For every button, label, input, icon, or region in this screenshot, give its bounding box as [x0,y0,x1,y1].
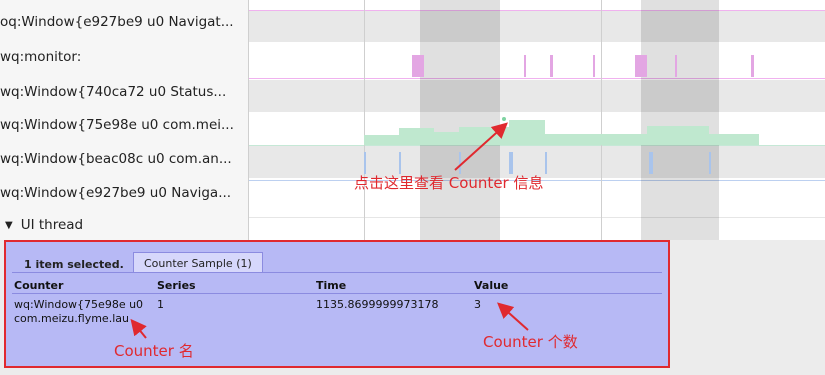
track-label-row[interactable]: wq:Window{e927be9 u0 Naviga... [0,176,248,210]
ui-thread-row[interactable]: ▼ UI thread [0,214,248,236]
track-label: wq:monitor: [0,49,82,65]
counter-sample[interactable] [434,132,459,145]
selection-shade [420,0,500,240]
annotation-counter-count: Counter 个数 [483,333,578,351]
annotation-counter-name: Counter 名 [114,342,194,360]
column-header-value[interactable]: Value [474,279,508,292]
counter-name-line: com.meizu.flyme.lau [14,312,129,325]
column-header-series[interactable]: Series [157,279,196,292]
slice[interactable] [675,55,677,77]
track-label-row[interactable]: wq:Window{740ca72 u0 Status... [0,75,248,109]
slice[interactable] [509,152,513,174]
track-line [249,78,825,79]
slice[interactable] [649,152,653,174]
slice[interactable] [364,152,366,174]
ui-thread-label: UI thread [20,217,84,233]
expand-toggle-icon[interactable]: ▼ [0,220,13,231]
track-band [249,10,825,42]
track-label: wq:Window{75e98e u0 com.mei... [0,117,234,133]
selected-sample-dot[interactable] [502,117,506,121]
track-label: wq:Window{740ca72 u0 Status... [0,84,227,100]
cell-counter: wq:Window{75e98e u0 com.meizu.flyme.lau [14,298,143,326]
slice[interactable] [593,55,595,77]
slice[interactable] [709,152,711,174]
cell-value: 3 [474,298,481,311]
header-divider [12,293,662,294]
track-label: oq:Window{e927be9 u0 Navigat... [0,14,234,30]
cell-time: 1135.8699999973178 [316,298,439,311]
slice[interactable] [412,55,424,77]
selection-status: 1 item selected. [24,258,124,271]
timeline-area[interactable] [249,0,825,240]
track-label-row[interactable]: wq:Window{beac08c u0 com.an... [0,142,248,176]
track-band [249,80,825,112]
tab-counter-sample[interactable]: Counter Sample (1) [133,252,263,273]
track-label-row[interactable]: wq:Window{75e98e u0 com.mei... [0,108,248,142]
selection-shade [641,0,719,240]
slice[interactable] [545,152,547,174]
counter-sample[interactable] [647,126,709,145]
track-label-column: oq:Window{e927be9 u0 Navigat... wq:monit… [0,0,249,240]
counter-name-line: wq:Window{75e98e u0 [14,298,144,311]
track-line [249,217,825,218]
column-header-counter[interactable]: Counter [14,279,63,292]
counter-sample[interactable] [459,127,509,145]
counter-sample[interactable] [545,134,647,145]
counter-sample[interactable] [509,120,545,145]
track-label-row[interactable]: oq:Window{e927be9 u0 Navigat... [0,5,248,39]
track-label: wq:Window{beac08c u0 com.an... [0,151,232,167]
column-header-time[interactable]: Time [316,279,346,292]
slice[interactable] [459,152,461,174]
slice[interactable] [399,152,401,174]
grid-line [364,0,365,240]
slice[interactable] [751,55,754,77]
track-label-row[interactable]: wq:monitor: [0,40,248,74]
grid-line [601,0,602,240]
annotation-view-counter: 点击这里查看 Counter 信息 [354,174,544,192]
track-label: wq:Window{e927be9 u0 Naviga... [0,185,232,201]
counter-sample[interactable] [709,134,759,145]
track-line [249,145,825,146]
slice[interactable] [635,55,647,77]
track-line [249,10,825,11]
tab-divider [12,272,662,273]
slice[interactable] [524,55,526,77]
slice[interactable] [550,55,553,77]
cell-series: 1 [157,298,164,311]
counter-sample[interactable] [399,128,434,145]
